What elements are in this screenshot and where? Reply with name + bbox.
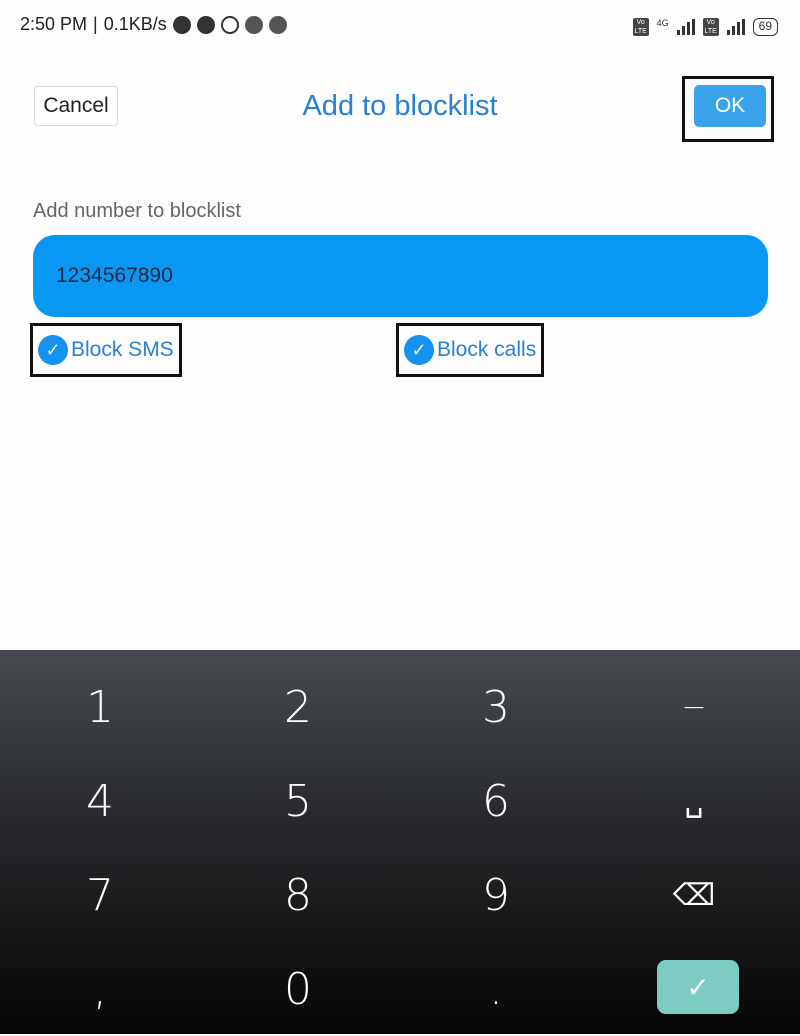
key-8[interactable]: 8 (198, 848, 398, 942)
space-key[interactable]: ␣ (594, 754, 794, 848)
minus-key[interactable]: − (594, 660, 794, 754)
signal-icon (676, 19, 695, 35)
block-calls-checkbox[interactable]: ✓ Block calls (396, 323, 545, 377)
block-calls-label: Block calls (437, 338, 537, 361)
number-input[interactable] (33, 235, 768, 317)
snapchat-icon (244, 15, 263, 34)
comma-key[interactable]: , (0, 942, 200, 1036)
check-icon: ✓ (38, 335, 68, 365)
key-7[interactable]: 7 (0, 848, 200, 942)
key-3[interactable]: 3 (396, 660, 596, 754)
number-label: Add number to blocklist (33, 200, 241, 222)
volte-icon: Vo LTE (702, 18, 719, 36)
time: 2:50 PM (20, 14, 88, 34)
key-5[interactable]: 5 (198, 754, 398, 848)
block-sms-checkbox[interactable]: ✓ Block SMS (30, 323, 182, 377)
snapchat-icon (268, 15, 287, 34)
done-key[interactable]: ✓ (657, 960, 739, 1014)
network-type: 4G (656, 18, 669, 28)
key-4[interactable]: 4 (0, 754, 200, 848)
numeric-keyboard: ✓ 1 2 3− 4 5 6 ␣ 7 8 9 ⌫, 0. (0, 650, 800, 1034)
key-2[interactable]: 2 (198, 660, 398, 754)
period-key[interactable]: . (396, 942, 596, 1036)
signal-icon (726, 19, 745, 35)
whatsapp-icon (220, 15, 239, 34)
battery-icon: 69 (752, 18, 778, 36)
ok-button[interactable]: OK (694, 85, 766, 127)
key-9[interactable]: 9 (396, 848, 596, 942)
status-right: Vo LTE 4G Vo LTE 69 (632, 18, 778, 36)
backspace-key[interactable]: ⌫ (594, 848, 794, 942)
divider: | (93, 14, 98, 34)
key-1[interactable]: 1 (0, 660, 200, 754)
check-icon: ✓ (686, 971, 710, 1003)
key-0[interactable]: 0 (198, 942, 398, 1036)
net-speed: 0.1KB/s (103, 14, 167, 34)
block-sms-label: Block SMS (71, 338, 174, 361)
status-bar: 2:50 PM | 0.1KB/s (20, 14, 287, 35)
volte-icon: Vo LTE (632, 18, 649, 36)
moon-icon (172, 15, 191, 34)
alarm-icon (196, 15, 215, 34)
page-title: Add to blocklist (302, 90, 498, 122)
check-icon: ✓ (404, 335, 434, 365)
key-6[interactable]: 6 (396, 754, 596, 848)
